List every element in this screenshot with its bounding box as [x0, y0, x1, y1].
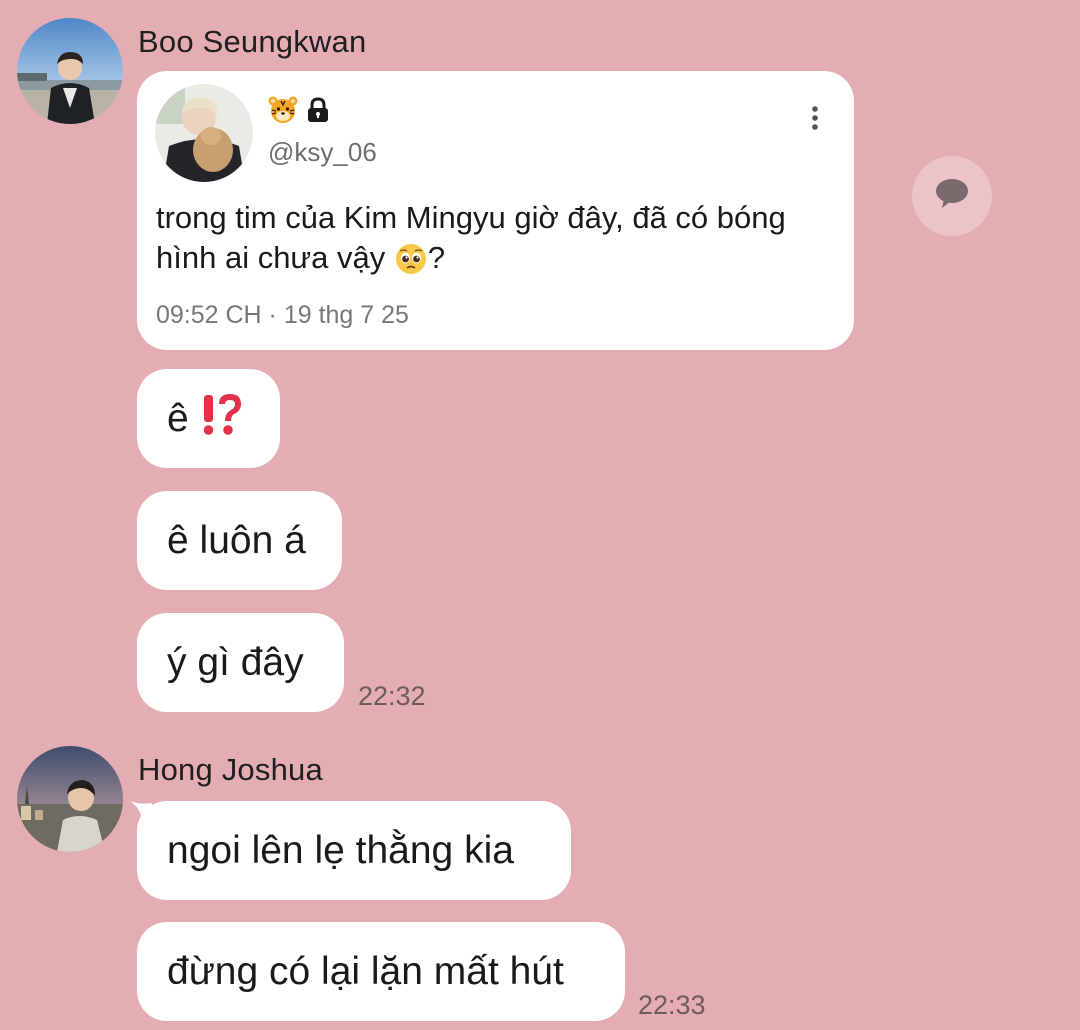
post-text-end: ?	[427, 240, 446, 275]
post-text: trong tim của Kim Mingyu giờ đây, đã có …	[156, 198, 846, 280]
post-badges	[268, 95, 332, 130]
message-bubble[interactable]: ê	[137, 369, 280, 468]
lock-icon	[304, 96, 332, 129]
sender-name: Hong Joshua	[138, 752, 323, 787]
speech-bubble-icon	[934, 177, 970, 216]
tiger-face-icon	[268, 95, 298, 130]
message-bubble[interactable]: ý gì đây	[137, 613, 344, 712]
message-bubble[interactable]: ngoi lên lẹ thằng kia	[137, 801, 571, 900]
message-time: 22:32	[358, 681, 426, 711]
more-options-icon[interactable]	[808, 105, 822, 131]
comment-button[interactable]	[912, 156, 992, 236]
avatar-boo-seungkwan[interactable]	[17, 18, 123, 124]
post-author-avatar[interactable]	[155, 84, 253, 182]
avatar-hong-joshua[interactable]	[17, 746, 123, 852]
exclamation-question-icon	[200, 391, 244, 447]
shared-post-card[interactable]: @ksy_06 trong tim của Kim Mingyu giờ đây…	[137, 71, 854, 350]
message-bubble[interactable]: đừng có lại lặn mất hút	[137, 922, 625, 1021]
message-text: ngoi lên lẹ thằng kia	[167, 828, 514, 872]
post-author-handle[interactable]: @ksy_06	[268, 137, 377, 168]
post-timestamp: 09:52 CH · 19 thg 7 25	[156, 301, 409, 329]
message-text: ê	[167, 396, 200, 440]
post-text-main: trong tim của Kim Mingyu giờ đây, đã có …	[156, 200, 786, 275]
message-text: ý gì đây	[167, 640, 304, 684]
message-text: đừng có lại lặn mất hút	[167, 949, 564, 993]
message-bubble[interactable]: ê luôn á	[137, 491, 342, 590]
message-text: ê luôn á	[167, 518, 306, 562]
pleading-face-icon	[394, 240, 428, 280]
message-time: 22:33	[638, 990, 706, 1020]
sender-name: Boo Seungkwan	[138, 24, 367, 59]
